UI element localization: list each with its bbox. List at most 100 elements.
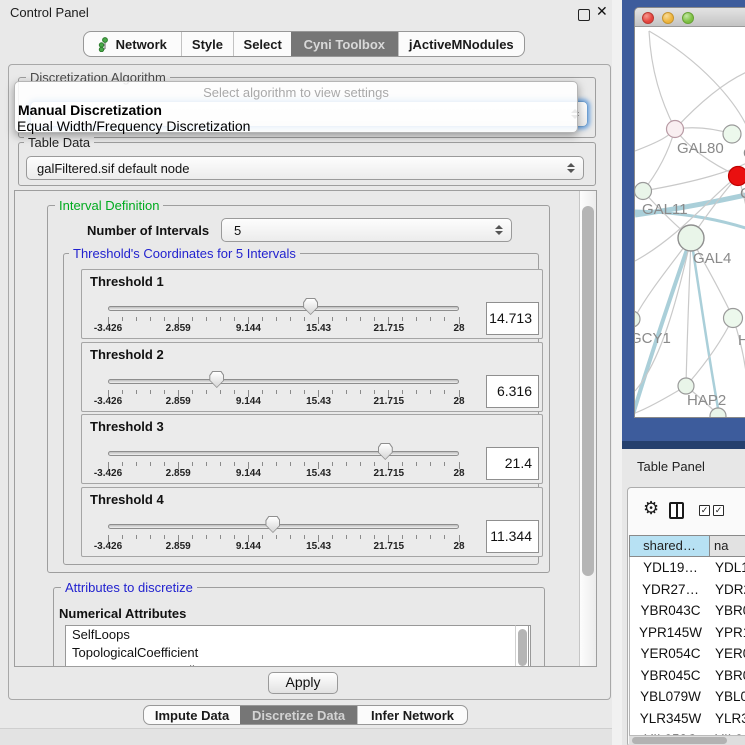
table-cell-name[interactable]: YBL0 xyxy=(715,686,745,708)
close-icon[interactable]: ✕ xyxy=(596,4,608,20)
tab-infer-network-label: Infer Network xyxy=(371,708,454,723)
table-hscrollbar[interactable] xyxy=(629,735,745,745)
table-data-combo[interactable]: galFiltered.sif default node xyxy=(26,156,584,180)
threshold-value-field[interactable]: 14.713 xyxy=(486,302,539,335)
split-pane-divider[interactable] xyxy=(612,0,622,745)
slider-thumb[interactable] xyxy=(378,443,393,460)
table-row[interactable]: YPR145WYPR1 xyxy=(630,622,745,644)
float-window-icon[interactable] xyxy=(578,9,590,21)
dropdown-placeholder: Select algorithm to view settings xyxy=(15,85,577,100)
close-button[interactable] xyxy=(642,12,654,24)
tab-select[interactable]: Select xyxy=(233,32,291,56)
zoom-button[interactable] xyxy=(682,12,694,24)
tab-infer-network[interactable]: Infer Network xyxy=(357,706,467,724)
split-columns-icon[interactable] xyxy=(669,502,684,519)
column-header-shared[interactable]: shared… xyxy=(629,535,710,557)
slider-tick xyxy=(430,317,431,321)
table-cell-shared-name[interactable]: YPR145W xyxy=(630,622,711,644)
table-row[interactable]: YER054CYER0 xyxy=(630,643,745,665)
dropdown-option-manual[interactable]: Manual Discretization xyxy=(18,102,162,118)
table-row[interactable]: YBR045CYBR0 xyxy=(630,665,745,687)
gear-icon[interactable]: ⚙ xyxy=(643,500,659,518)
slider-thumb[interactable] xyxy=(265,516,280,533)
table-cell-name[interactable]: YBR0 xyxy=(715,600,745,622)
table-row[interactable]: YBR043CYBR0 xyxy=(630,600,745,622)
table-cell-name[interactable]: YDL1 xyxy=(715,557,745,579)
slider-tick-label: -3.426 xyxy=(83,468,133,479)
slider-tick xyxy=(444,390,445,394)
network-node-gal80[interactable] xyxy=(667,121,684,138)
table-cell-name[interactable]: YLR3 xyxy=(715,708,745,730)
panel-scrollbar-thumb[interactable] xyxy=(582,206,594,576)
panel-title: Control Panel xyxy=(10,5,89,20)
slider-tick xyxy=(192,390,193,394)
slider-tick-label: 21.715 xyxy=(364,468,414,479)
table-cell-shared-name[interactable]: YER054C xyxy=(630,643,711,665)
table-row[interactable]: YDL19…YDL1 xyxy=(630,557,745,579)
tab-discretize-data[interactable]: Discretize Data xyxy=(240,706,357,724)
table-cell-shared-name[interactable]: YDL19… xyxy=(630,557,711,579)
slider-track xyxy=(108,306,459,311)
slider-tick xyxy=(290,535,291,539)
attribute-list-item[interactable]: BetweennessCentrality xyxy=(66,662,530,667)
slider-tick xyxy=(332,462,333,466)
table-cell-name[interactable]: YER0 xyxy=(715,643,745,665)
minimize-button[interactable] xyxy=(662,12,674,24)
tab-impute-data[interactable]: Impute Data xyxy=(144,706,240,724)
table-cell-shared-name[interactable]: YLR345W xyxy=(630,708,711,730)
slider-tick-label: 9.144 xyxy=(223,541,273,552)
slider-thumb[interactable] xyxy=(303,298,318,315)
tab-cyni-toolbox[interactable]: Cyni Toolbox xyxy=(291,32,398,56)
network-node[interactable] xyxy=(724,309,743,328)
table-row[interactable]: YLR345WYLR3 xyxy=(630,708,745,730)
tab-style[interactable]: Style xyxy=(181,32,234,56)
network-node-gcy1[interactable] xyxy=(635,311,640,327)
table-row[interactable]: YDR27…YDR2 xyxy=(630,579,745,601)
table-cell-shared-name[interactable]: YBR045C xyxy=(630,665,711,687)
dropdown-option-equal-width[interactable]: Equal Width/Frequency Discretization xyxy=(17,118,250,134)
slider-tick xyxy=(290,462,291,466)
table-cell-shared-name[interactable]: YDR27… xyxy=(630,579,711,601)
slider-thumb[interactable] xyxy=(209,371,224,388)
table-cell-shared-name[interactable]: YBL079W xyxy=(630,686,711,708)
network-window-titlebar[interactable] xyxy=(635,8,745,27)
panel-scrollbar[interactable] xyxy=(579,191,596,666)
column-header-name[interactable]: na xyxy=(710,535,745,557)
table-cell-shared-name[interactable]: YBR043C xyxy=(630,600,711,622)
number-of-intervals-combo[interactable]: 5 xyxy=(221,218,512,242)
network-view-window[interactable]: GAL80 G C GAL11 GAL4 GCY1 H HAP2 xyxy=(634,7,745,418)
tab-jactivemnodules[interactable]: jActiveMNodules xyxy=(398,32,524,56)
table-hscrollbar-thumb[interactable] xyxy=(632,737,727,744)
network-node-gal4[interactable] xyxy=(678,225,704,251)
network-node[interactable] xyxy=(723,125,741,143)
tab-network[interactable]: Network xyxy=(84,32,181,56)
apply-button[interactable]: Apply xyxy=(268,672,338,694)
list-scrollbar-thumb[interactable] xyxy=(518,629,527,666)
network-canvas[interactable]: GAL80 G C GAL11 GAL4 GCY1 H HAP2 xyxy=(635,27,745,418)
table-cell-name[interactable]: YPR1 xyxy=(715,622,745,644)
slider-tick-label: 9.144 xyxy=(223,323,273,334)
slider-tick xyxy=(374,317,375,321)
checkbox-icon[interactable]: ✓ xyxy=(699,505,710,516)
network-node-gal11[interactable] xyxy=(635,183,652,200)
slider-tick xyxy=(346,390,347,394)
numerical-attributes-label: Numerical Attributes xyxy=(59,606,186,621)
attribute-list-item[interactable]: SelfLoops xyxy=(66,626,530,644)
table-row[interactable]: YBL079WYBL0 xyxy=(630,686,745,708)
table-cell-name[interactable]: YDR2 xyxy=(715,579,745,601)
threshold-value-field[interactable]: 11.344 xyxy=(486,520,539,553)
checkbox-icons[interactable]: ✓ ✓ xyxy=(699,505,724,516)
slider-tick xyxy=(304,535,305,539)
threshold-value-field[interactable]: 6.316 xyxy=(486,375,539,408)
list-scrollbar[interactable] xyxy=(515,625,529,667)
network-node[interactable] xyxy=(710,408,726,418)
network-node-selected[interactable] xyxy=(729,167,745,186)
table-body[interactable]: YDL19…YDL1YDR27…YDR2YBR043CYBR0YPR145WYP… xyxy=(629,557,745,735)
threshold-value-field[interactable]: 21.4 xyxy=(486,447,539,480)
slider-tick xyxy=(136,535,137,539)
numerical-attributes-list[interactable]: SelfLoopsTopologicalCoefficientBetweenne… xyxy=(65,625,531,667)
combo-arrows-icon xyxy=(494,225,503,235)
attribute-list-item[interactable]: TopologicalCoefficient xyxy=(66,644,530,662)
checkbox-icon[interactable]: ✓ xyxy=(713,505,724,516)
table-cell-name[interactable]: YBR0 xyxy=(715,665,745,687)
